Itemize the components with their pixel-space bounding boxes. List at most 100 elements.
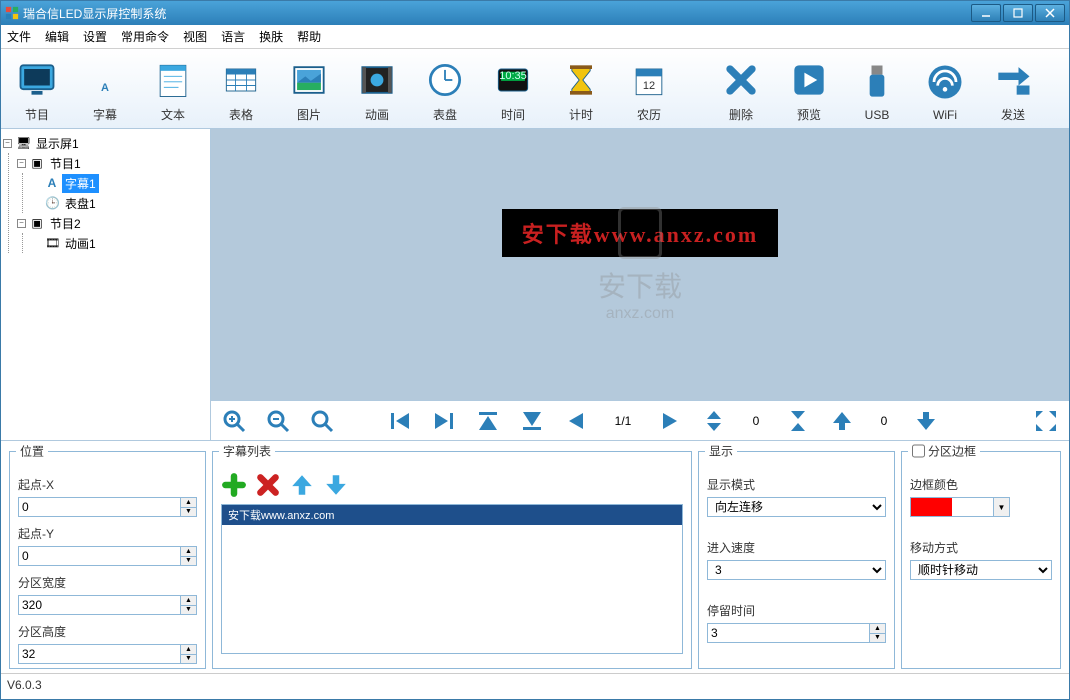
menu-help[interactable]: 帮助 [297, 28, 321, 45]
move-bottom-button[interactable] [517, 406, 547, 436]
fullscreen-button[interactable] [1031, 406, 1061, 436]
led-content[interactable]: 安下载www.anxz.com [502, 209, 779, 257]
tool-delete[interactable]: 删除 [707, 53, 775, 128]
menu-settings[interactable]: 设置 [83, 28, 107, 45]
tool-animation[interactable]: 动画 [343, 53, 411, 128]
tool-text[interactable]: 文本 [139, 53, 207, 128]
tool-subtitle[interactable]: A 字幕 [71, 53, 139, 128]
move-top-button[interactable] [473, 406, 503, 436]
move-mode-label: 移动方式 [910, 539, 1052, 556]
zoom-out-button[interactable] [263, 406, 293, 436]
tool-program[interactable]: 节目 [3, 53, 71, 128]
tool-dial[interactable]: 表盘 [411, 53, 479, 128]
move-down-button[interactable] [323, 472, 349, 498]
tree-panel: − 🖥 显示屏1 − ▣ 节目1 A 字幕1 🕒 表盘1 [1, 129, 211, 440]
x-icon [719, 58, 763, 102]
zoom-in-button[interactable] [219, 406, 249, 436]
page-indicator[interactable] [605, 411, 641, 431]
starty-input[interactable] [18, 546, 181, 566]
list-item[interactable]: 安下载www.anxz.com [222, 505, 682, 525]
toolbar: 节目 A 字幕 文本 表格 图片 动画 表盘 10:35 时间 计时 12 农历… [1, 49, 1069, 129]
arrow-down-button[interactable] [911, 406, 941, 436]
mode-select[interactable]: 向左连移 [707, 497, 886, 517]
menu-lang[interactable]: 语言 [221, 28, 245, 45]
spinner[interactable]: ▲▼ [181, 595, 197, 615]
preview-area: 安下载www.anxz.com 安下载 anxz.com [211, 129, 1069, 440]
close-button[interactable] [1035, 4, 1065, 22]
notepad-icon [151, 58, 195, 102]
tree-screen[interactable]: − 🖥 显示屏1 [3, 133, 208, 153]
collapse-vert-button[interactable] [783, 406, 813, 436]
play-icon [787, 58, 831, 102]
maximize-button[interactable] [1003, 4, 1033, 22]
clock-icon: 🕒 [45, 196, 59, 210]
minimize-button[interactable] [971, 4, 1001, 22]
subtitle-listbox[interactable]: 安下载www.anxz.com [221, 504, 683, 654]
tool-timer[interactable]: 计时 [547, 53, 615, 128]
mode-label: 显示模式 [707, 476, 886, 493]
expand-icon[interactable]: − [17, 159, 26, 168]
horiz-offset[interactable] [871, 411, 897, 431]
preview-toolbar [211, 400, 1069, 440]
stay-input[interactable] [707, 623, 870, 643]
tool-lunar[interactable]: 12 农历 [615, 53, 683, 128]
page-next-button[interactable] [655, 406, 685, 436]
remove-button[interactable] [255, 472, 281, 498]
width-label: 分区宽度 [18, 574, 197, 591]
height-input[interactable] [18, 644, 181, 664]
menu-common[interactable]: 常用命令 [121, 28, 169, 45]
tool-wifi[interactable]: WiFi [911, 53, 979, 128]
tree-subtitle1[interactable]: A 字幕1 [31, 173, 208, 193]
position-panel: 位置 起点-X ▲▼ 起点-Y ▲▼ 分区宽度 ▲▼ 分区高度 ▲▼ [9, 451, 206, 669]
menu-file[interactable]: 文件 [7, 28, 31, 45]
spinner[interactable]: ▲▼ [181, 644, 197, 664]
tree-dial1[interactable]: 🕒 表盘1 [31, 193, 208, 213]
page-first-button[interactable] [385, 406, 415, 436]
page-last-button[interactable] [429, 406, 459, 436]
letter-a-icon: A [83, 58, 127, 102]
border-color-label: 边框颜色 [910, 476, 1052, 493]
arrow-up-button[interactable] [827, 406, 857, 436]
startx-input[interactable] [18, 497, 181, 517]
expand-vert-button[interactable] [699, 406, 729, 436]
tree-program2[interactable]: − ▣ 节目2 [17, 213, 208, 233]
tool-time[interactable]: 10:35 时间 [479, 53, 547, 128]
border-checkbox[interactable] [912, 445, 925, 458]
tree-anim1[interactable]: 🎞 动画1 [31, 233, 208, 253]
starty-label: 起点-Y [18, 525, 197, 542]
page-prev-button[interactable] [561, 406, 591, 436]
spinner[interactable]: ▲▼ [181, 497, 197, 517]
menu-edit[interactable]: 编辑 [45, 28, 69, 45]
svg-text:A: A [101, 82, 109, 94]
tool-send[interactable]: 发送 [979, 53, 1047, 128]
tool-usb[interactable]: USB [843, 53, 911, 128]
spinner[interactable]: ▲▼ [870, 623, 886, 643]
border-color-picker[interactable]: ▼ [910, 497, 1010, 517]
move-mode-select[interactable]: 顺时针移动 [910, 560, 1052, 580]
tool-table[interactable]: 表格 [207, 53, 275, 128]
spinner[interactable]: ▲▼ [181, 546, 197, 566]
vert-offset[interactable] [743, 411, 769, 431]
move-up-button[interactable] [289, 472, 315, 498]
tree-program1[interactable]: − ▣ 节目1 [17, 153, 208, 173]
preview-canvas[interactable]: 安下载www.anxz.com 安下载 anxz.com [211, 129, 1069, 400]
expand-icon[interactable]: − [17, 219, 26, 228]
speed-label: 进入速度 [707, 539, 886, 556]
menu-view[interactable]: 视图 [183, 28, 207, 45]
program-icon: ▣ [30, 156, 44, 170]
titlebar: 瑞合信LED显示屏控制系统 [1, 1, 1069, 25]
zoom-reset-button[interactable] [307, 406, 337, 436]
tool-picture[interactable]: 图片 [275, 53, 343, 128]
speed-select[interactable]: 3 [707, 560, 886, 580]
expand-icon[interactable]: − [3, 139, 12, 148]
menu-skin[interactable]: 换肤 [259, 28, 283, 45]
add-button[interactable] [221, 472, 247, 498]
window-title: 瑞合信LED显示屏控制系统 [23, 5, 971, 22]
digital-clock-icon: 10:35 [491, 58, 535, 102]
subtitle-list-panel: 字幕列表 安下载www.anxz.com [212, 451, 692, 669]
monitor-icon [15, 58, 59, 102]
width-input[interactable] [18, 595, 181, 615]
svg-text:10:35: 10:35 [499, 70, 527, 82]
tool-preview[interactable]: 预览 [775, 53, 843, 128]
send-icon [991, 58, 1035, 102]
